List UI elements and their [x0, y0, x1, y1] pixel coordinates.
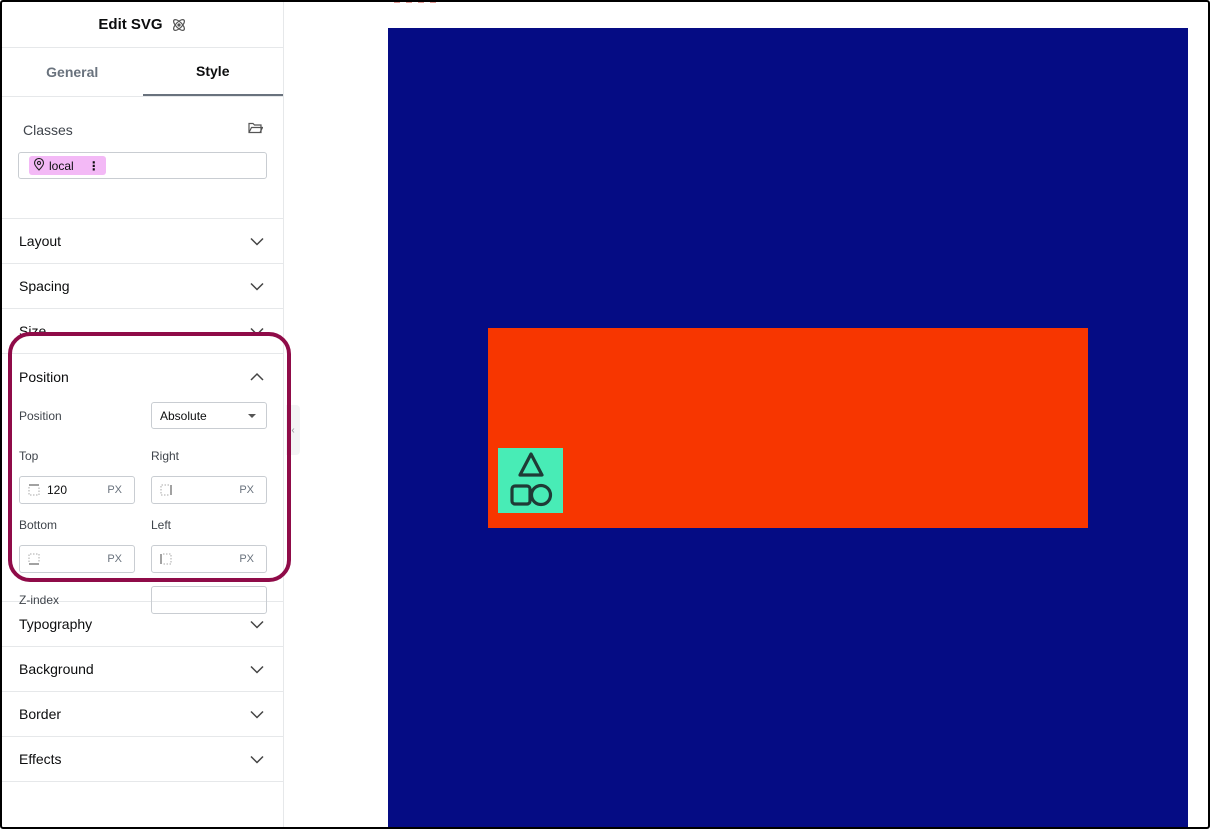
chevron-left-icon: ‹: [291, 424, 295, 436]
chevron-down-icon: [249, 616, 265, 632]
bottom-unit[interactable]: PX: [107, 553, 122, 565]
left-unit[interactable]: PX: [239, 553, 254, 565]
zindex-input[interactable]: [151, 586, 267, 614]
right-input[interactable]: PX: [151, 476, 267, 504]
classes-section: Classes local ⋮: [2, 97, 283, 219]
svg-element[interactable]: [498, 448, 563, 513]
folder-icon[interactable]: [248, 121, 264, 139]
orange-box[interactable]: [488, 328, 1088, 528]
chevron-down-icon: [249, 751, 265, 767]
left-input[interactable]: PX: [151, 545, 267, 573]
section-title: Size: [19, 323, 47, 339]
panel-tabs: General Style: [2, 48, 283, 97]
section-title: Background: [19, 661, 94, 677]
position-section: Position Position Absolute Top 120 PX Ri…: [2, 354, 283, 614]
section-title: Spacing: [19, 278, 70, 294]
top-label: Top: [19, 449, 39, 463]
section-size[interactable]: Size: [2, 309, 283, 354]
canvas-container[interactable]: [388, 28, 1188, 829]
editor-panel: Edit SVG General Style Classes local ⋮ L…: [2, 2, 284, 827]
chevron-down-icon: [249, 323, 265, 339]
bottom-input[interactable]: PX: [19, 545, 135, 573]
location-pin-icon: [33, 157, 45, 174]
chevron-down-icon: [249, 706, 265, 722]
section-title: Typography: [19, 616, 93, 632]
right-unit[interactable]: PX: [239, 484, 254, 496]
panel-header: Edit SVG: [2, 2, 283, 48]
section-border[interactable]: Border: [2, 692, 283, 737]
position-type-select[interactable]: Absolute: [151, 402, 267, 429]
atom-icon[interactable]: [171, 17, 187, 33]
section-title: Layout: [19, 233, 62, 249]
more-vertical-icon[interactable]: ⋮: [88, 159, 100, 173]
side-top-icon: [28, 484, 42, 496]
section-position[interactable]: Position: [19, 354, 267, 400]
section-spacing[interactable]: Spacing: [2, 264, 283, 309]
panel-collapse-handle[interactable]: ‹: [286, 405, 300, 455]
section-background[interactable]: Background: [2, 647, 283, 692]
chevron-up-icon: [249, 369, 265, 385]
side-left-icon: [160, 553, 174, 565]
section-layout[interactable]: Layout: [2, 219, 283, 264]
classes-label: Classes: [23, 122, 73, 138]
shapes-icon: [503, 448, 559, 513]
classes-input[interactable]: local ⋮: [18, 152, 267, 179]
class-chip[interactable]: local ⋮: [29, 156, 106, 175]
side-right-icon: [160, 484, 174, 496]
class-chip-label: local: [49, 158, 74, 173]
zindex-label: Z-index: [19, 593, 60, 607]
bottom-label: Bottom: [19, 518, 58, 532]
canvas-top-edge-marker: [394, 0, 436, 3]
side-bottom-icon: [28, 553, 42, 565]
position-type-label: Position: [19, 408, 62, 423]
section-effects[interactable]: Effects: [2, 737, 283, 782]
panel-title: Edit SVG: [98, 16, 163, 33]
chevron-down-icon: [249, 278, 265, 294]
chevron-down-icon: [249, 233, 265, 249]
section-title: Position: [19, 369, 69, 385]
section-title: Effects: [19, 751, 62, 767]
position-type-value: Absolute: [160, 408, 207, 423]
right-label: Right: [151, 449, 180, 463]
caret-down-icon: [248, 413, 256, 418]
top-value: 120: [47, 483, 68, 497]
tab-general[interactable]: General: [2, 48, 143, 96]
tab-style[interactable]: Style: [142, 48, 283, 96]
top-input[interactable]: 120 PX: [19, 476, 135, 504]
section-title: Border: [19, 706, 62, 722]
top-unit[interactable]: PX: [107, 484, 122, 496]
chevron-down-icon: [249, 661, 265, 677]
left-label: Left: [151, 518, 172, 532]
